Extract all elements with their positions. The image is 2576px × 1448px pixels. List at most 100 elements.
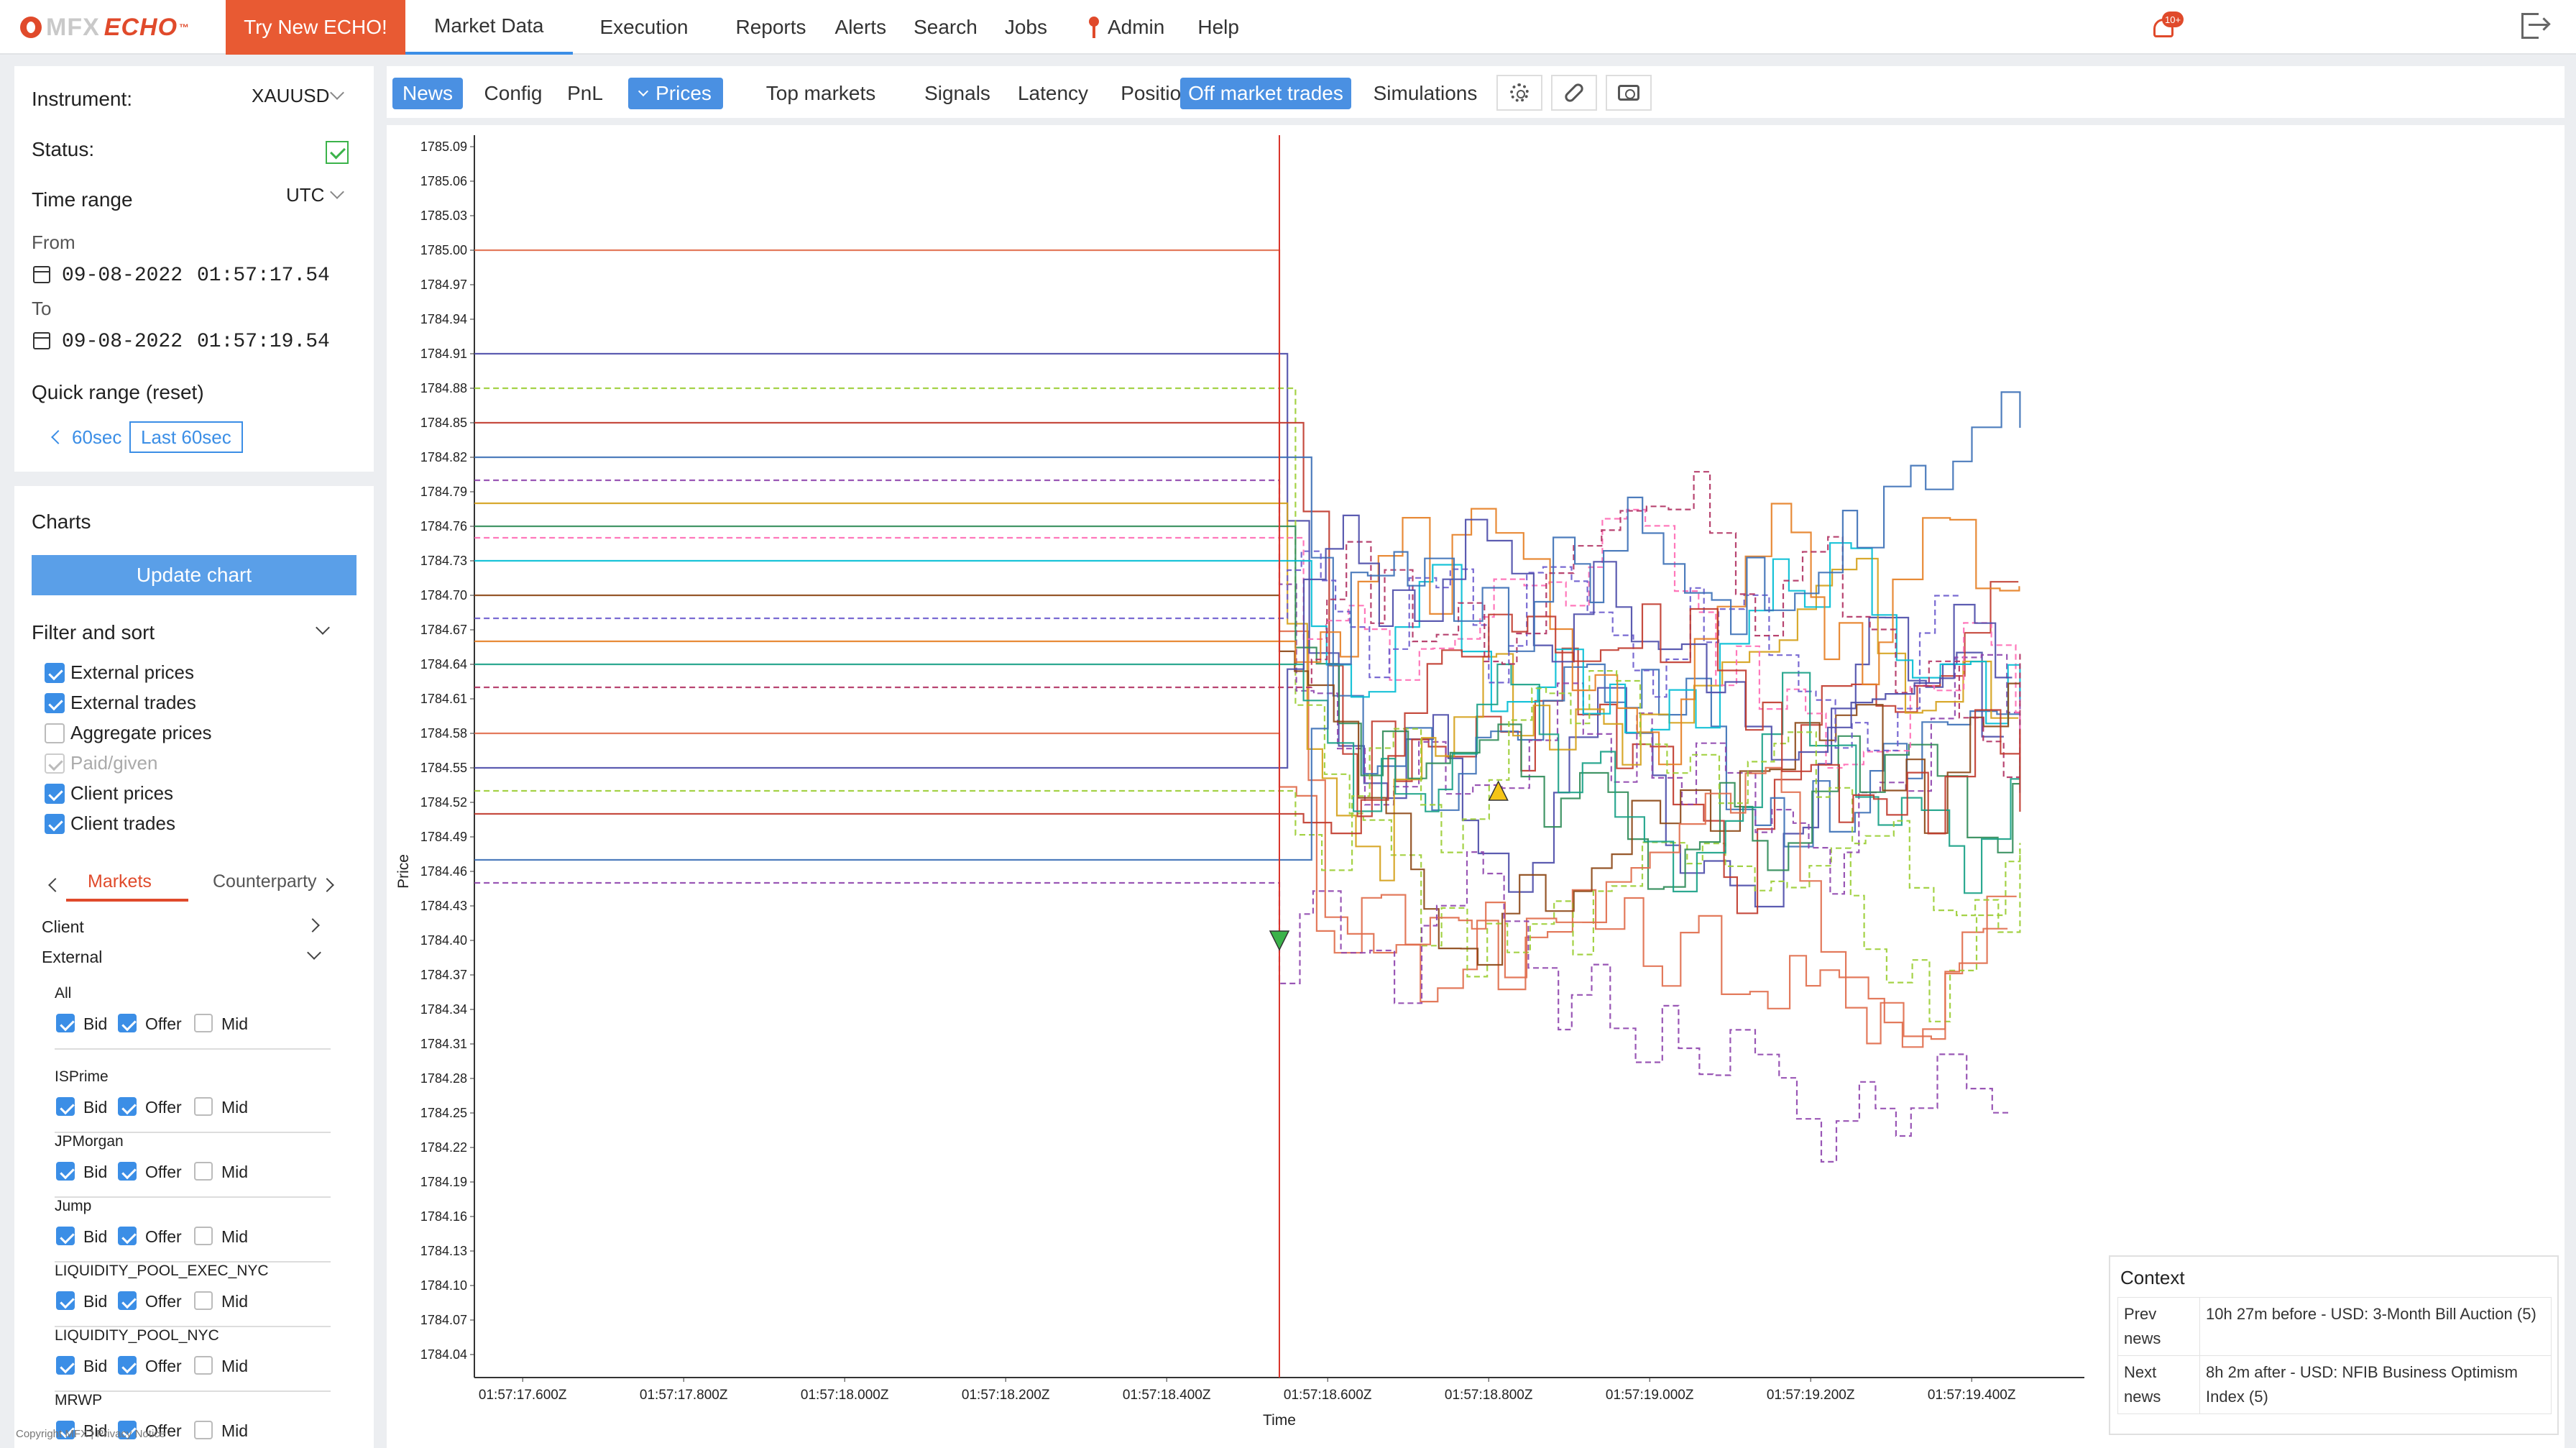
screenshot-button[interactable] <box>1606 75 1652 111</box>
filter-and-sort-toggle[interactable]: Filter and sort <box>32 621 155 644</box>
market-bid-checkbox[interactable] <box>56 1162 75 1181</box>
market-offer-checkbox[interactable] <box>118 1291 137 1310</box>
market-mid-checkbox[interactable] <box>194 1421 213 1439</box>
x-tick-label: 01:57:17.600Z <box>479 1388 567 1403</box>
update-chart-button[interactable]: Update chart <box>32 555 356 595</box>
market-bid-label: Bid <box>83 1163 108 1181</box>
context-table: Prev news 10h 27m before - USD: 3-Month … <box>2117 1297 2552 1414</box>
to-time-input[interactable]: 01:57:19.54 <box>197 331 330 353</box>
timezone-select[interactable]: UTC <box>286 184 324 206</box>
external-chevron-down-icon[interactable] <box>307 945 321 960</box>
market-bid-checkbox[interactable] <box>56 1227 75 1245</box>
tab-off-market-trades[interactable]: Off market trades <box>1180 78 1351 109</box>
nav-alerts[interactable]: Alerts <box>827 0 896 55</box>
subtab-next-chevron-right-icon[interactable] <box>320 878 334 892</box>
instrument-select[interactable]: XAUUSD <box>252 85 329 107</box>
subtab-prev-chevron-left-icon[interactable] <box>48 878 63 892</box>
tab-prices-label: Prices <box>656 82 712 104</box>
settings-button[interactable] <box>1496 75 1542 111</box>
tab-news[interactable]: News <box>392 78 463 109</box>
price-series-line <box>474 387 2021 1022</box>
from-calendar-icon[interactable] <box>33 266 50 283</box>
nav-admin[interactable]: Admin <box>1076 0 1182 55</box>
y-tick-label: 1784.13 <box>420 1244 467 1258</box>
subtab-counterparty[interactable]: Counterparty <box>213 871 317 892</box>
last-60sec-button[interactable]: Last 60sec <box>129 421 243 453</box>
market-mid-checkbox[interactable] <box>194 1162 213 1181</box>
subtab-markets[interactable]: Markets <box>88 871 152 892</box>
market-offer-checkbox[interactable] <box>118 1162 137 1181</box>
market-offer-label: Offer <box>145 1227 182 1246</box>
prices-chevron-down-icon <box>638 86 649 97</box>
y-tick-label: 1785.03 <box>420 209 467 223</box>
x-tick-label: 01:57:19.400Z <box>1928 1388 2016 1403</box>
market-offer-checkbox[interactable] <box>118 1227 137 1245</box>
nav-market-data[interactable]: Market Data <box>405 0 573 55</box>
to-date-input[interactable]: 09-08-2022 <box>62 331 183 353</box>
share-link-button[interactable] <box>1551 75 1597 111</box>
tab-signals[interactable]: Signals <box>914 78 1000 109</box>
notifications-bell-icon[interactable]: 10+ <box>2149 12 2184 43</box>
market-offer-checkbox[interactable] <box>118 1014 137 1032</box>
price-series-line <box>474 471 2021 779</box>
option-checkbox[interactable] <box>45 663 65 683</box>
option-checkbox[interactable] <box>45 693 65 713</box>
market-bid-checkbox[interactable] <box>56 1291 75 1310</box>
timezone-chevron-down-icon[interactable] <box>330 185 344 199</box>
nav-execution[interactable]: Execution <box>573 0 716 55</box>
logout-icon[interactable] <box>2521 13 2549 40</box>
instrument-chevron-down-icon[interactable] <box>330 86 344 100</box>
context-row: Next news 8h 2m after - USD: NFIB Busine… <box>2117 1355 2552 1414</box>
previous-60sec-button[interactable]: 60sec <box>43 421 132 453</box>
x-tick-label: 01:57:19.000Z <box>1606 1388 1694 1403</box>
tab-config[interactable]: Config <box>476 78 551 109</box>
market-offer-checkbox[interactable] <box>118 1356 137 1375</box>
market-bid-checkbox[interactable] <box>56 1097 75 1116</box>
tab-pnl[interactable]: PnL <box>556 78 614 109</box>
filter-chevron-down-icon[interactable] <box>316 620 330 635</box>
option-checkbox[interactable] <box>45 723 65 743</box>
market-name: Jump <box>55 1198 92 1214</box>
market-mid-checkbox[interactable] <box>194 1014 213 1032</box>
external-group-toggle[interactable]: External <box>42 948 102 967</box>
tab-simulations[interactable]: Simulations <box>1361 78 1489 109</box>
market-bid-checkbox[interactable] <box>56 1356 75 1375</box>
nav-jobs[interactable]: Jobs <box>996 0 1076 55</box>
copyright-footer[interactable]: Copyright MFX | Privacy Notice <box>16 1428 165 1440</box>
context-row: Prev news 10h 27m before - USD: 3-Month … <box>2117 1297 2552 1356</box>
y-tick-label: 1784.04 <box>420 1347 467 1362</box>
time-range-label: Time range <box>32 188 133 211</box>
market-mid-checkbox[interactable] <box>194 1227 213 1245</box>
market-mid-label: Mid <box>221 1292 249 1311</box>
from-date-input[interactable]: 09-08-2022 <box>62 265 183 287</box>
y-tick-label: 1784.40 <box>420 933 467 948</box>
status-checkbox[interactable] <box>326 141 349 164</box>
market-mid-checkbox[interactable] <box>194 1291 213 1310</box>
market-offer-checkbox[interactable] <box>118 1097 137 1116</box>
client-chevron-right-icon[interactable] <box>305 918 320 933</box>
to-calendar-icon[interactable] <box>33 332 50 349</box>
tab-top-markets[interactable]: Top markets <box>736 78 906 109</box>
tab-latency[interactable]: Latency <box>1006 78 1100 109</box>
tab-prices[interactable]: Prices <box>628 78 723 109</box>
try-new-echo-button[interactable]: Try New ECHO! <box>226 0 405 55</box>
market-bid-checkbox[interactable] <box>56 1014 75 1032</box>
price-chart[interactable]: 1785.09 1785.06 1785.03 1785.00 1784.97 1784.… <box>387 125 2564 1448</box>
market-bid-label: Bid <box>83 1098 108 1117</box>
mfx-echo-logo[interactable]: MFX ECHO ™ <box>20 13 190 42</box>
nav-help[interactable]: Help <box>1182 0 1255 55</box>
nav-reports[interactable]: Reports <box>715 0 826 55</box>
option-checkbox[interactable] <box>45 814 65 834</box>
price-series-line <box>474 503 2020 766</box>
market-mid-checkbox[interactable] <box>194 1356 213 1375</box>
market-mid-label: Mid <box>221 1357 249 1375</box>
from-time-input[interactable]: 01:57:17.54 <box>197 265 330 287</box>
client-group-toggle[interactable]: Client <box>42 917 84 937</box>
y-tick-label: 1784.64 <box>420 657 467 672</box>
option-checkbox[interactable] <box>45 784 65 804</box>
y-tick-label: 1784.97 <box>420 278 467 292</box>
option-label: Client trades <box>70 812 175 834</box>
market-mid-checkbox[interactable] <box>194 1097 213 1116</box>
price-series-line <box>474 542 2021 733</box>
nav-search[interactable]: Search <box>895 0 996 55</box>
